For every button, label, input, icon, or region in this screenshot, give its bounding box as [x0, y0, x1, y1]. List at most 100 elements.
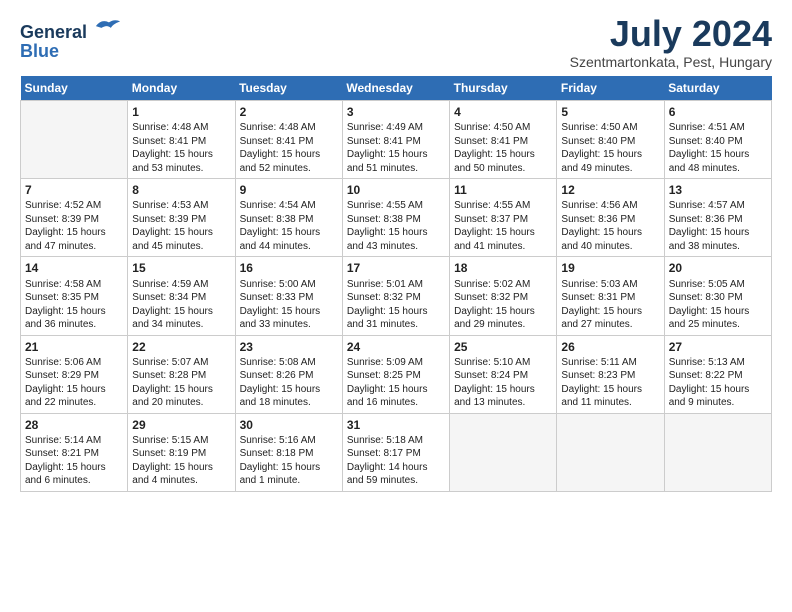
- calendar-week-row: 28Sunrise: 5:14 AMSunset: 8:21 PMDayligh…: [21, 413, 772, 491]
- daylight-text: Daylight: 15 hours and 16 minutes.: [347, 383, 445, 410]
- day-number: 20: [669, 260, 767, 276]
- col-thursday: Thursday: [450, 76, 557, 101]
- sunrise-text: Sunrise: 4:58 AM: [25, 278, 123, 292]
- daylight-text: Daylight: 15 hours and 31 minutes.: [347, 305, 445, 332]
- day-number: 3: [347, 104, 445, 120]
- daylight-text: Daylight: 15 hours and 38 minutes.: [669, 226, 767, 253]
- calendar-cell: 14Sunrise: 4:58 AMSunset: 8:35 PMDayligh…: [21, 257, 128, 335]
- daylight-text: Daylight: 15 hours and 33 minutes.: [240, 305, 338, 332]
- daylight-text: Daylight: 15 hours and 20 minutes.: [132, 383, 230, 410]
- calendar-cell: [557, 413, 664, 491]
- sunset-text: Sunset: 8:37 PM: [454, 213, 552, 227]
- sunset-text: Sunset: 8:24 PM: [454, 369, 552, 383]
- day-number: 28: [25, 417, 123, 433]
- calendar-cell: 9Sunrise: 4:54 AMSunset: 8:38 PMDaylight…: [235, 179, 342, 257]
- calendar-cell: 5Sunrise: 4:50 AMSunset: 8:40 PMDaylight…: [557, 101, 664, 179]
- month-title: July 2024: [570, 16, 772, 52]
- sunrise-text: Sunrise: 5:03 AM: [561, 278, 659, 292]
- daylight-text: Daylight: 15 hours and 40 minutes.: [561, 226, 659, 253]
- sunrise-text: Sunrise: 5:18 AM: [347, 434, 445, 448]
- daylight-text: Daylight: 15 hours and 53 minutes.: [132, 148, 230, 175]
- calendar-cell: 1Sunrise: 4:48 AMSunset: 8:41 PMDaylight…: [128, 101, 235, 179]
- daylight-text: Daylight: 15 hours and 45 minutes.: [132, 226, 230, 253]
- day-number: 27: [669, 339, 767, 355]
- sunrise-text: Sunrise: 4:51 AM: [669, 121, 767, 135]
- daylight-text: Daylight: 15 hours and 52 minutes.: [240, 148, 338, 175]
- day-number: 2: [240, 104, 338, 120]
- col-tuesday: Tuesday: [235, 76, 342, 101]
- calendar-week-row: 7Sunrise: 4:52 AMSunset: 8:39 PMDaylight…: [21, 179, 772, 257]
- sunset-text: Sunset: 8:41 PM: [240, 135, 338, 149]
- day-number: 11: [454, 182, 552, 198]
- daylight-text: Daylight: 15 hours and 51 minutes.: [347, 148, 445, 175]
- daylight-text: Daylight: 15 hours and 49 minutes.: [561, 148, 659, 175]
- day-number: 10: [347, 182, 445, 198]
- sunset-text: Sunset: 8:32 PM: [454, 291, 552, 305]
- daylight-text: Daylight: 15 hours and 27 minutes.: [561, 305, 659, 332]
- daylight-text: Daylight: 15 hours and 44 minutes.: [240, 226, 338, 253]
- calendar-cell: 20 Sunrise: 5:05 AMSunset: 8:30 PMDayligh…: [664, 257, 771, 335]
- sunset-text: Sunset: 8:30 PM: [669, 291, 767, 305]
- sunrise-text: Sunrise: 5:13 AM: [669, 356, 767, 370]
- day-number: 22: [132, 339, 230, 355]
- sunrise-text: Sunrise: 4:56 AM: [561, 199, 659, 213]
- daylight-text: Daylight: 15 hours and 4 minutes.: [132, 461, 230, 488]
- day-number: 15: [132, 260, 230, 276]
- calendar-cell: 15Sunrise: 4:59 AMSunset: 8:34 PMDayligh…: [128, 257, 235, 335]
- sunset-text: Sunset: 8:32 PM: [347, 291, 445, 305]
- sunrise-text: Sunrise: 5:00 AM: [240, 278, 338, 292]
- day-number: 5: [561, 104, 659, 120]
- location-subtitle: Szentmartonkata, Pest, Hungary: [570, 54, 772, 70]
- sunset-text: Sunset: 8:23 PM: [561, 369, 659, 383]
- daylight-text: Daylight: 15 hours and 9 minutes.: [669, 383, 767, 410]
- calendar-cell: 30Sunrise: 5:16 AMSunset: 8:18 PMDayligh…: [235, 413, 342, 491]
- calendar-cell: 29Sunrise: 5:15 AMSunset: 8:19 PMDayligh…: [128, 413, 235, 491]
- sunrise-text: Sunrise: 5:05 AM: [669, 278, 767, 292]
- calendar-cell: 22Sunrise: 5:07 AMSunset: 8:28 PMDayligh…: [128, 335, 235, 413]
- calendar-cell: 28Sunrise: 5:14 AMSunset: 8:21 PMDayligh…: [21, 413, 128, 491]
- calendar-cell: 12Sunrise: 4:56 AMSunset: 8:36 PMDayligh…: [557, 179, 664, 257]
- sunrise-text: Sunrise: 5:14 AM: [25, 434, 123, 448]
- sunset-text: Sunset: 8:39 PM: [25, 213, 123, 227]
- day-number: 1: [132, 104, 230, 120]
- day-number: 9: [240, 182, 338, 198]
- col-saturday: Saturday: [664, 76, 771, 101]
- sunset-text: Sunset: 8:41 PM: [347, 135, 445, 149]
- sunrise-text: Sunrise: 5:06 AM: [25, 356, 123, 370]
- sunset-text: Sunset: 8:33 PM: [240, 291, 338, 305]
- daylight-text: Daylight: 15 hours and 47 minutes.: [25, 226, 123, 253]
- sunrise-text: Sunrise: 5:08 AM: [240, 356, 338, 370]
- sunset-text: Sunset: 8:29 PM: [25, 369, 123, 383]
- calendar-table: Sunday Monday Tuesday Wednesday Thursday…: [20, 76, 772, 492]
- calendar-cell: 25Sunrise: 5:10 AMSunset: 8:24 PMDayligh…: [450, 335, 557, 413]
- col-monday: Monday: [128, 76, 235, 101]
- daylight-text: Daylight: 15 hours and 41 minutes.: [454, 226, 552, 253]
- daylight-text: Daylight: 15 hours and 6 minutes.: [25, 461, 123, 488]
- sunrise-text: Sunrise: 5:16 AM: [240, 434, 338, 448]
- calendar-cell: 16 Sunrise: 5:00 AMSunset: 8:33 PMDayligh…: [235, 257, 342, 335]
- sunset-text: Sunset: 8:26 PM: [240, 369, 338, 383]
- calendar-cell: 4Sunrise: 4:50 AMSunset: 8:41 PMDaylight…: [450, 101, 557, 179]
- sunrise-text: Sunrise: 4:55 AM: [347, 199, 445, 213]
- calendar-cell: 11Sunrise: 4:55 AMSunset: 8:37 PMDayligh…: [450, 179, 557, 257]
- sunset-text: Sunset: 8:36 PM: [561, 213, 659, 227]
- daylight-text: Daylight: 15 hours and 34 minutes.: [132, 305, 230, 332]
- day-number: 13: [669, 182, 767, 198]
- sunrise-text: Sunrise: 4:50 AM: [454, 121, 552, 135]
- calendar-cell: 18Sunrise: 5:02 AMSunset: 8:32 PMDayligh…: [450, 257, 557, 335]
- sunrise-text: Sunrise: 4:53 AM: [132, 199, 230, 213]
- day-number: 16: [240, 260, 338, 276]
- daylight-text: Daylight: 15 hours and 22 minutes.: [25, 383, 123, 410]
- daylight-text: Daylight: 15 hours and 25 minutes.: [669, 305, 767, 332]
- sunrise-text: Sunrise: 4:48 AM: [240, 121, 338, 135]
- calendar-cell: 3Sunrise: 4:49 AMSunset: 8:41 PMDaylight…: [342, 101, 449, 179]
- sunset-text: Sunset: 8:35 PM: [25, 291, 123, 305]
- daylight-text: Daylight: 15 hours and 13 minutes.: [454, 383, 552, 410]
- logo-text: General: [20, 16, 122, 43]
- sunset-text: Sunset: 8:17 PM: [347, 447, 445, 461]
- calendar-cell: 23Sunrise: 5:08 AMSunset: 8:26 PMDayligh…: [235, 335, 342, 413]
- sunrise-text: Sunrise: 4:54 AM: [240, 199, 338, 213]
- day-number: 19: [561, 260, 659, 276]
- col-sunday: Sunday: [21, 76, 128, 101]
- calendar-cell: 21Sunrise: 5:06 AMSunset: 8:29 PMDayligh…: [21, 335, 128, 413]
